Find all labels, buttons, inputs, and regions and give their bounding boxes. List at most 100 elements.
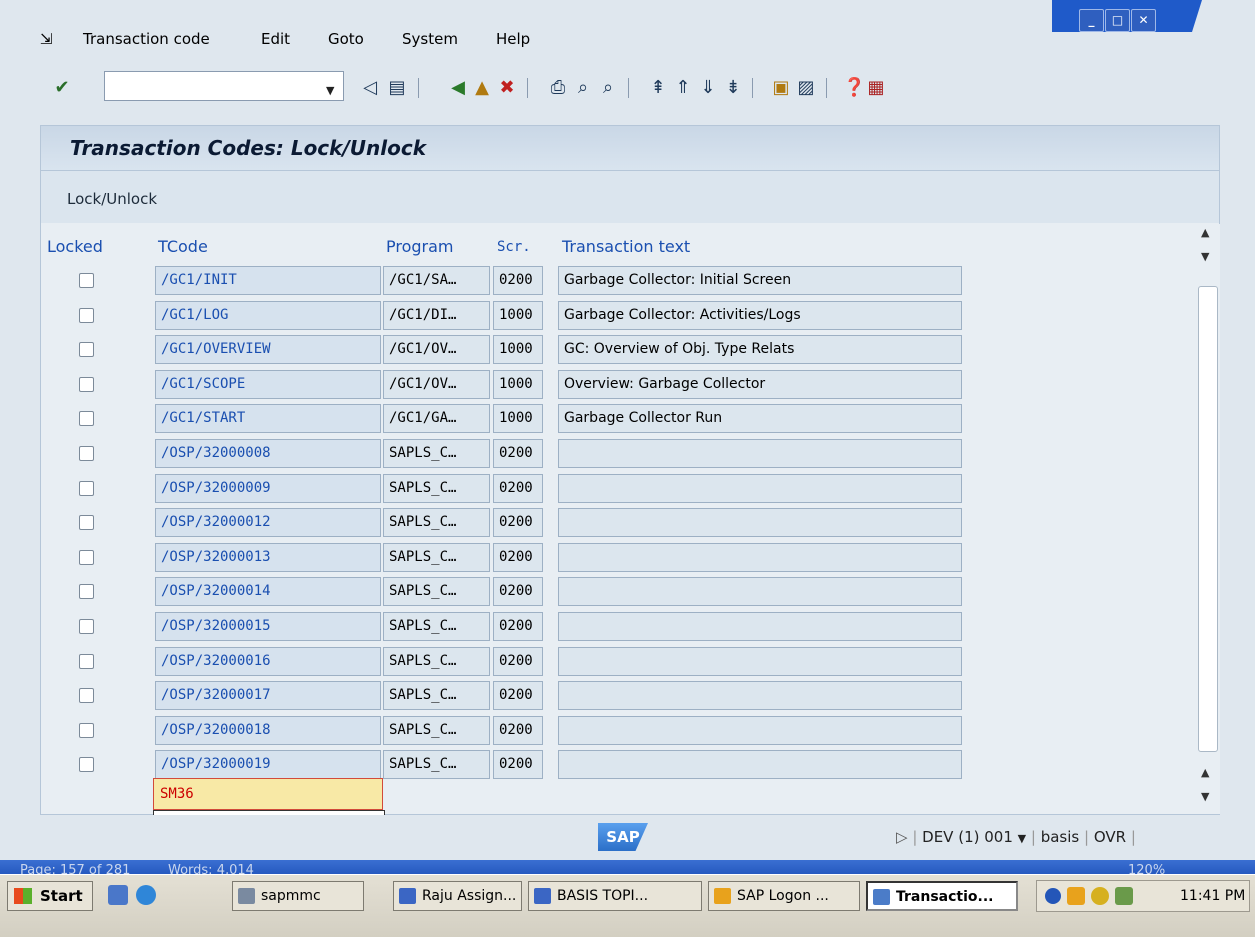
- program-cell[interactable]: /GC1/OV…: [383, 335, 490, 365]
- program-cell[interactable]: /GC1/GA…: [383, 404, 490, 434]
- task-basis-topics[interactable]: BASIS TOPI...: [528, 881, 702, 911]
- show-desktop-icon[interactable]: [108, 885, 128, 905]
- column-header-screen[interactable]: Scr.: [497, 239, 531, 255]
- tcode-cell[interactable]: /OSP/32000008: [155, 439, 381, 468]
- lock-unlock-button[interactable]: Lock/Unlock: [67, 190, 157, 208]
- screen-cell[interactable]: 0200: [493, 439, 543, 468]
- program-cell[interactable]: /GC1/SA…: [383, 266, 490, 295]
- transaction-text-cell[interactable]: [558, 473, 962, 503]
- start-button[interactable]: Start: [7, 881, 93, 911]
- security-tray-icon[interactable]: [1091, 887, 1109, 905]
- help-icon[interactable]: ❓: [843, 78, 865, 98]
- locked-checkbox[interactable]: [79, 584, 94, 600]
- transaction-text-cell[interactable]: [558, 715, 962, 745]
- page-up-icon[interactable]: ▼: [1201, 250, 1209, 263]
- locked-checkbox[interactable]: [79, 307, 94, 323]
- screen-cell[interactable]: 0200: [493, 266, 543, 295]
- program-cell[interactable]: SAPLS_C…: [383, 715, 490, 745]
- transaction-text-cell[interactable]: [558, 508, 962, 538]
- task-transaction[interactable]: Transactio...: [866, 881, 1018, 911]
- tcode-cell[interactable]: /OSP/32000009: [155, 473, 381, 503]
- screen-cell[interactable]: 1000: [493, 335, 543, 365]
- screen-cell[interactable]: 0200: [493, 542, 543, 572]
- find-icon[interactable]: ⌕: [573, 78, 593, 98]
- system-dropdown-icon[interactable]: ▼: [1018, 832, 1026, 845]
- close-icon[interactable]: ✕: [1131, 9, 1156, 32]
- transaction-text-cell[interactable]: Garbage Collector Run: [558, 404, 962, 434]
- program-cell[interactable]: SAPLS_C…: [383, 681, 490, 711]
- screen-cell[interactable]: 0200: [493, 612, 543, 641]
- program-cell[interactable]: SAPLS_C…: [383, 612, 490, 641]
- transaction-text-cell[interactable]: [558, 612, 962, 641]
- tcode-cell[interactable]: /GC1/INIT: [155, 266, 381, 295]
- tcode-cell[interactable]: /OSP/32000018: [155, 715, 381, 745]
- locked-checkbox[interactable]: [79, 446, 94, 461]
- menu-help[interactable]: Help: [496, 30, 530, 48]
- program-cell[interactable]: SAPLS_C…: [383, 577, 490, 607]
- sap-tray-icon[interactable]: [1067, 887, 1085, 905]
- scroll-down-icon[interactable]: ▼: [1201, 790, 1209, 803]
- tcode-cell[interactable]: /OSP/32000016: [155, 646, 381, 676]
- locked-checkbox[interactable]: [79, 515, 94, 531]
- tcode-cell[interactable]: /GC1/LOG: [155, 300, 381, 330]
- tcode-cell[interactable]: /OSP/32000014: [155, 577, 381, 607]
- tcode-cell[interactable]: /GC1/OVERVIEW: [155, 335, 381, 365]
- locked-checkbox[interactable]: [79, 480, 94, 496]
- transaction-text-cell[interactable]: Garbage Collector: Initial Screen: [558, 266, 962, 295]
- last-page-icon[interactable]: ⇟: [723, 78, 743, 98]
- new-tcode-input[interactable]: SM36: [153, 778, 383, 810]
- exit-icon[interactable]: ▲: [472, 78, 492, 98]
- screen-cell[interactable]: 0200: [493, 473, 543, 503]
- tcode-cell[interactable]: /OSP/32000012: [155, 508, 381, 538]
- maximize-icon[interactable]: □: [1105, 9, 1130, 32]
- tcode-cell[interactable]: /OSP/32000019: [155, 750, 381, 780]
- tcode-cell[interactable]: /OSP/32000017: [155, 681, 381, 711]
- find-next-icon[interactable]: ⌕: [598, 78, 618, 98]
- locked-checkbox[interactable]: [79, 722, 94, 738]
- screen-cell[interactable]: 1000: [493, 369, 543, 399]
- screen-cell[interactable]: 0200: [493, 750, 543, 780]
- screen-cell[interactable]: 0200: [493, 681, 543, 711]
- transaction-text-cell[interactable]: [558, 577, 962, 607]
- network-tray-icon[interactable]: [1115, 887, 1133, 905]
- vertical-scrollbar[interactable]: ▲ ▼ ▲ ▼: [1196, 224, 1220, 814]
- ie-icon[interactable]: [136, 885, 156, 905]
- column-header-program[interactable]: Program: [386, 237, 454, 256]
- menu-goto[interactable]: Goto: [328, 30, 364, 48]
- save-icon[interactable]: ▤: [387, 78, 407, 98]
- next-page-icon[interactable]: ⇓: [698, 78, 718, 98]
- minimize-icon[interactable]: _: [1079, 9, 1104, 32]
- input-mode[interactable]: OVR: [1094, 828, 1126, 846]
- command-dropdown-icon[interactable]: ▼: [326, 84, 334, 97]
- menu-edit[interactable]: Edit: [261, 30, 290, 48]
- tcode-cell[interactable]: /GC1/SCOPE: [155, 369, 381, 399]
- back-icon[interactable]: ◀: [448, 78, 468, 98]
- locked-checkbox[interactable]: [79, 273, 94, 288]
- transaction-text-cell[interactable]: [558, 750, 962, 780]
- enter-icon[interactable]: ✔: [52, 78, 72, 98]
- scroll-thumb[interactable]: [1198, 286, 1218, 752]
- tcode-cell[interactable]: /OSP/32000013: [155, 542, 381, 572]
- task-raju-assign[interactable]: Raju Assign...: [393, 881, 522, 911]
- page-down-icon[interactable]: ▲: [1201, 766, 1209, 779]
- task-sap-logon[interactable]: SAP Logon ...: [708, 881, 860, 911]
- first-page-icon[interactable]: ⇞: [648, 78, 668, 98]
- command-field[interactable]: [104, 71, 344, 101]
- tcode-cell[interactable]: /OSP/32000015: [155, 612, 381, 641]
- screen-cell[interactable]: 0200: [493, 646, 543, 676]
- screen-cell[interactable]: 0200: [493, 715, 543, 745]
- menu-system[interactable]: System: [402, 30, 458, 48]
- locked-checkbox[interactable]: [79, 549, 94, 565]
- screen-cell[interactable]: 1000: [493, 300, 543, 330]
- program-cell[interactable]: /GC1/OV…: [383, 369, 490, 399]
- locked-checkbox[interactable]: [79, 757, 94, 773]
- locked-checkbox[interactable]: [79, 619, 94, 634]
- previous-page-icon[interactable]: ⇑: [673, 78, 693, 98]
- program-cell[interactable]: SAPLS_C…: [383, 750, 490, 780]
- transaction-text-cell[interactable]: Garbage Collector: Activities/Logs: [558, 300, 962, 330]
- new-session-icon[interactable]: ▣: [771, 78, 791, 98]
- locked-checkbox[interactable]: [79, 376, 94, 392]
- shortcut-icon[interactable]: ▨: [796, 78, 816, 98]
- task-sapmmc[interactable]: sapmmc: [232, 881, 364, 911]
- menu-icon[interactable]: ⇲: [40, 30, 53, 48]
